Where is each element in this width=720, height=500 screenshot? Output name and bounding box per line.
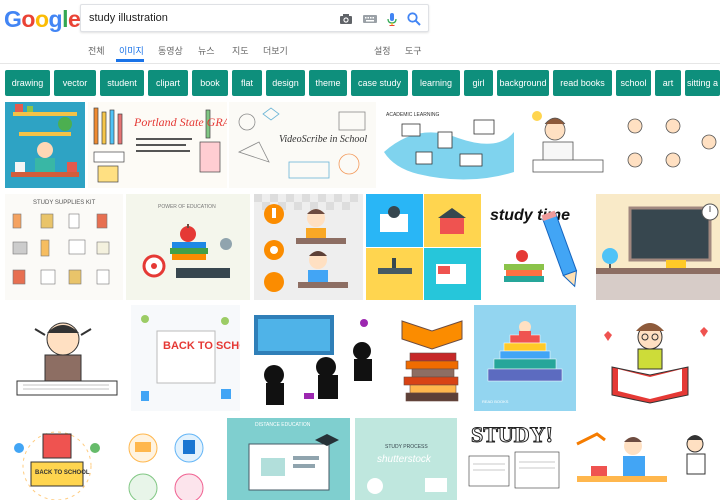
logo-letter: g (48, 6, 63, 32)
chip-learning[interactable]: learning (412, 70, 460, 96)
image-result[interactable]: STUDY! (461, 418, 567, 500)
tab-images[interactable]: 이미지 (119, 44, 144, 57)
image-caption: ACADEMIC LEARNING (386, 112, 439, 118)
keyboard-icon[interactable] (362, 11, 378, 27)
tab-news[interactable]: 뉴스 (198, 44, 215, 57)
image-caption: POWER OF EDUCATION (158, 204, 216, 210)
tab-settings[interactable]: 설정 (374, 44, 391, 57)
tab-more[interactable]: 더보기 (263, 44, 288, 57)
image-result[interactable]: STUDY PROCESS shutterstock (355, 418, 457, 500)
chip-background[interactable]: background (497, 70, 549, 96)
image-result[interactable] (254, 194, 363, 300)
image-result[interactable] (592, 305, 720, 411)
logo-letter: o (21, 6, 35, 32)
image-result[interactable] (366, 194, 481, 300)
image-result[interactable]: DISTANCE EDUCATION (227, 418, 350, 500)
tab-all[interactable]: 전체 (88, 44, 105, 57)
logo-letter: e (67, 6, 81, 32)
image-result[interactable]: STUDY SUPPLIES KIT (5, 194, 123, 300)
image-result[interactable]: Portland State GRAPHIC DESIGN! (88, 102, 227, 188)
chip-school[interactable]: school (616, 70, 651, 96)
image-result[interactable]: POWER OF EDUCATION (126, 194, 250, 300)
image-caption: STUDY PROCESS (385, 444, 428, 450)
search-input[interactable]: study illustration (89, 12, 168, 24)
image-caption: STUDY! (471, 422, 553, 447)
image-result[interactable] (5, 305, 127, 411)
image-result[interactable] (596, 194, 720, 300)
chip-book[interactable]: book (192, 70, 228, 96)
chip-student[interactable]: student (100, 70, 144, 96)
search-icon[interactable] (406, 11, 422, 27)
tab-maps[interactable]: 지도 (232, 44, 249, 57)
logo-letter: o (34, 6, 49, 32)
image-caption: READ BOOKS (482, 399, 509, 404)
image-result[interactable] (244, 305, 391, 411)
image-result[interactable]: study time (484, 194, 593, 300)
chip-girl[interactable]: girl (464, 70, 493, 96)
image-result[interactable] (571, 418, 673, 500)
image-result[interactable]: BACK TO SCHOOL (131, 305, 240, 411)
image-caption: shutterstock (377, 454, 432, 465)
chip-design[interactable]: design (266, 70, 305, 96)
image-caption: BACK TO SCHOOL (163, 340, 240, 352)
image-caption: DISTANCE EDUCATION (255, 422, 311, 428)
image-result[interactable] (523, 102, 720, 188)
chip-flat[interactable]: flat (232, 70, 262, 96)
image-result[interactable]: READ BOOKS (474, 305, 576, 411)
image-result[interactable]: ACADEMIC LEARNING (378, 102, 520, 188)
chip-vector[interactable]: vector (54, 70, 96, 96)
image-caption: VideoScribe in School (279, 134, 367, 145)
image-result[interactable] (677, 418, 720, 500)
image-caption: BACK TO SCHOOL (35, 470, 90, 476)
chip-read-books[interactable]: read books (553, 70, 612, 96)
chip-clipart[interactable]: clipart (148, 70, 188, 96)
image-result[interactable] (5, 102, 85, 188)
active-tab-indicator (116, 59, 144, 62)
related-search-chips: drawing vector student clipart book flat… (5, 70, 720, 97)
chip-art[interactable]: art (655, 70, 681, 96)
camera-icon[interactable] (338, 11, 354, 27)
logo-letter: G (4, 6, 22, 32)
chip-case-study[interactable]: case study (351, 70, 408, 96)
search-tabs: 전체 이미지 동영상 뉴스 지도 더보기 설정 도구 (0, 37, 720, 64)
image-result[interactable]: VideoScribe in School (229, 102, 376, 188)
microphone-icon[interactable] (384, 11, 400, 27)
chip-theme[interactable]: theme (309, 70, 347, 96)
image-result[interactable] (113, 418, 223, 500)
image-caption: STUDY SUPPLIES KIT (33, 200, 96, 206)
chip-sitting[interactable]: sitting a (685, 70, 720, 96)
image-caption: Portland State GRAPHIC DESIGN! (133, 115, 227, 129)
image-result[interactable]: BACK TO SCHOOL (5, 418, 109, 500)
header: Google study illustration (0, 0, 720, 37)
image-result[interactable] (396, 305, 470, 411)
google-logo[interactable]: Google (4, 6, 81, 33)
tab-tools[interactable]: 도구 (405, 44, 422, 57)
search-box[interactable]: study illustration (80, 4, 429, 32)
tab-videos[interactable]: 동영상 (158, 44, 183, 57)
chip-drawing[interactable]: drawing (5, 70, 50, 96)
